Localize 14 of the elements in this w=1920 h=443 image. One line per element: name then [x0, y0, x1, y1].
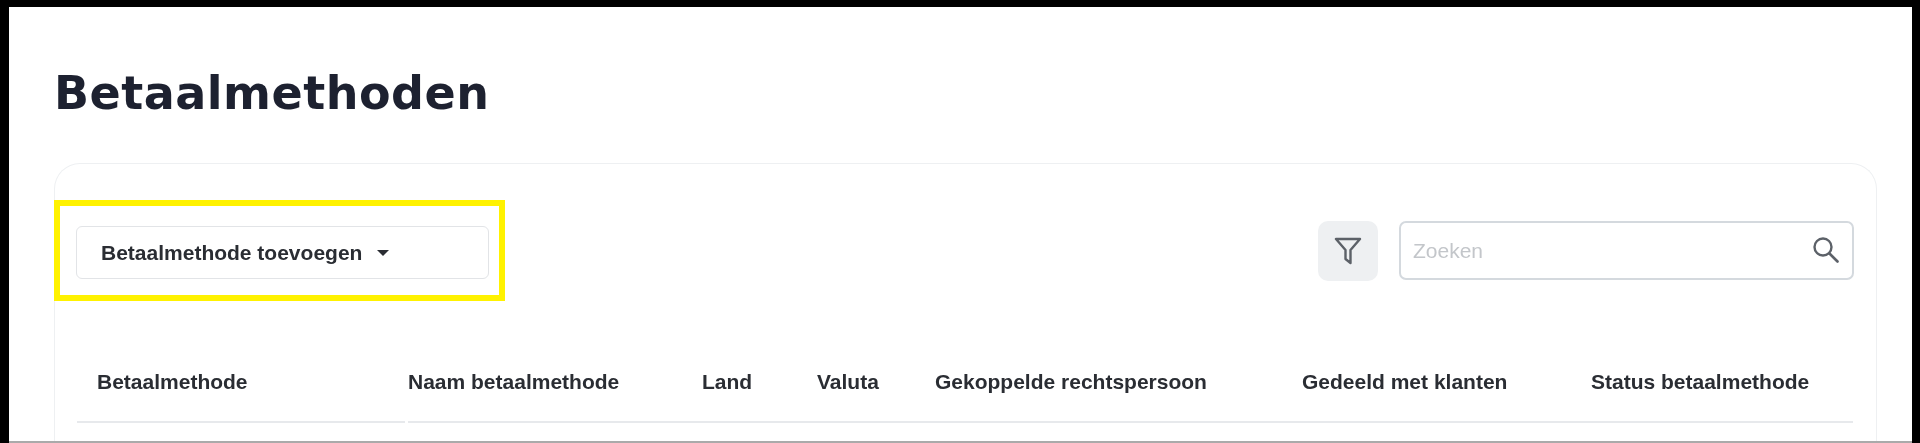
column-header: Betaalmethode	[97, 370, 248, 394]
column-header: Gedeeld met klanten	[1302, 370, 1508, 394]
search-field[interactable]: Zoeken	[1399, 221, 1854, 280]
column-header: Naam betaalmethode	[408, 370, 620, 394]
column-header: Valuta	[817, 370, 879, 394]
add-payment-method-button[interactable]: Betaalmethode toevoegen	[76, 226, 489, 279]
column-header: Land	[702, 370, 753, 394]
page-title: Betaalmethoden	[54, 65, 491, 121]
column-header: Gekoppelde rechtspersoon	[935, 370, 1207, 394]
column-header: Status betaalmethode	[1591, 370, 1810, 394]
filter-button[interactable]	[1318, 220, 1378, 281]
filter-icon	[1334, 235, 1362, 266]
search-icon	[1812, 236, 1840, 264]
caret-icon	[376, 248, 391, 257]
